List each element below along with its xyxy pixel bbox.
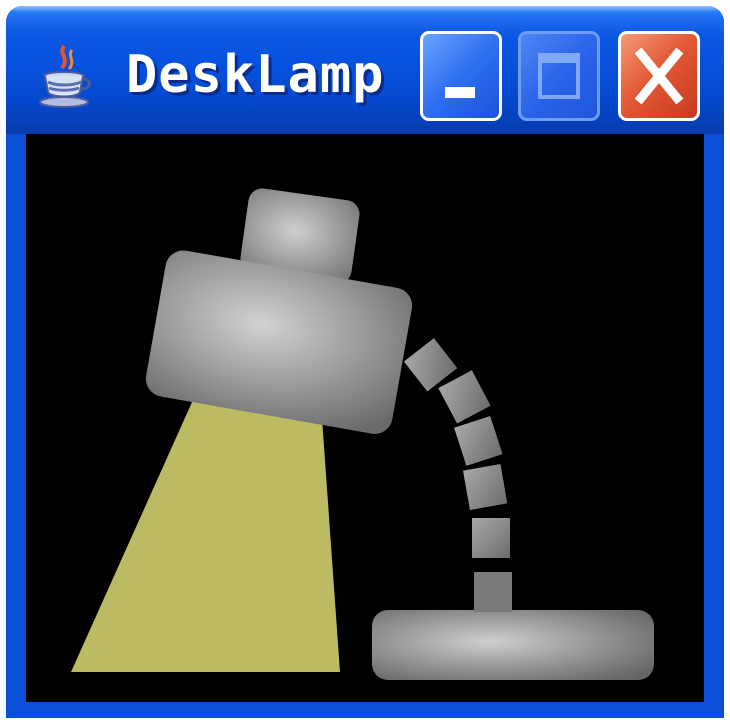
maximize-button[interactable] xyxy=(518,31,600,121)
minimize-icon xyxy=(445,87,475,98)
close-icon xyxy=(634,47,684,105)
lamp-arm-segment xyxy=(474,572,512,612)
lamp-base xyxy=(372,610,654,680)
desk-lamp-drawing xyxy=(71,188,654,680)
minimize-button[interactable] xyxy=(420,31,502,121)
lamp-shade xyxy=(145,250,413,434)
close-button[interactable] xyxy=(618,31,700,121)
app-window: DeskLamp xyxy=(6,6,724,718)
lamp-arm-segment xyxy=(438,370,491,424)
lamp-arm-segment xyxy=(472,518,510,558)
java-coffee-cup-icon[interactable] xyxy=(36,44,96,110)
title-bar[interactable]: DeskLamp xyxy=(6,6,724,134)
canvas-area xyxy=(26,134,704,702)
lamp-arm-segment xyxy=(454,416,503,466)
window-title: DeskLamp xyxy=(126,45,385,105)
lamp-arm-segment xyxy=(462,463,508,510)
maximize-icon xyxy=(538,53,580,99)
